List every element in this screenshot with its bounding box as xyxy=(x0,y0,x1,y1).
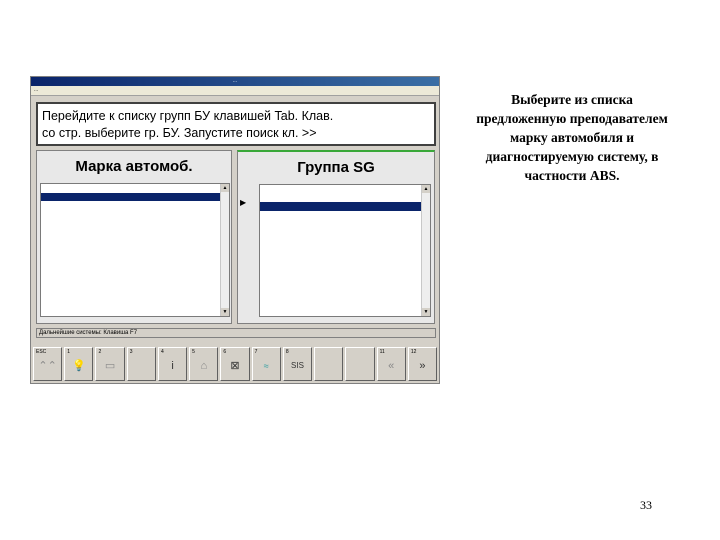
vehicle-brand-list-item[interactable] xyxy=(41,236,229,245)
double-chevron-right-icon: » xyxy=(419,360,426,372)
vehicle-brand-list-item[interactable] xyxy=(41,280,229,289)
control-unit-group-list-item[interactable] xyxy=(260,272,430,281)
window-title-bar[interactable]: ... xyxy=(31,77,439,86)
control-unit-group-panel: Группа SG ▲ ▼ xyxy=(237,150,435,324)
control-unit-group-list-item[interactable] xyxy=(260,194,430,203)
vehicle-brand-list-item[interactable] xyxy=(41,245,229,254)
vehicle-brand-scrollbar[interactable]: ▲ ▼ xyxy=(220,184,229,316)
control-unit-group-list-item[interactable] xyxy=(260,185,430,194)
vehicle-brand-list-item[interactable] xyxy=(41,192,229,202)
vehicle-brand-list-item[interactable] xyxy=(41,271,229,280)
instruction-text: Перейдите к списку групп БУ клавишей Tab… xyxy=(36,102,436,146)
gauge-icon: ⌂ xyxy=(200,360,208,372)
control-unit-group-list-item[interactable] xyxy=(260,298,430,307)
function-key-blank-9[interactable] xyxy=(314,347,344,381)
lightbulb-icon: 💡 xyxy=(72,360,86,372)
up-arrows-icon: ⌃⌃ xyxy=(38,360,57,372)
keyboard-icon: ▭ xyxy=(104,360,116,372)
function-key-4[interactable]: 4i xyxy=(157,347,188,381)
function-key-label: 5 xyxy=(192,349,195,355)
scroll-up-icon[interactable]: ▲ xyxy=(221,184,229,192)
menu-line: ... xyxy=(31,86,439,96)
vehicle-brand-list-item[interactable] xyxy=(41,306,229,315)
scroll-down-icon[interactable]: ▼ xyxy=(422,308,430,316)
control-unit-group-list-item[interactable] xyxy=(260,246,430,255)
function-key-label: 6 xyxy=(223,349,227,355)
vehicle-brand-list-item[interactable] xyxy=(41,297,229,306)
function-key-label: 4 xyxy=(160,349,164,355)
control-unit-group-list-item[interactable] xyxy=(260,237,430,246)
control-unit-group-list-item[interactable] xyxy=(260,228,430,237)
vehicle-brand-list-item[interactable] xyxy=(41,262,229,271)
control-unit-group-list-item[interactable] xyxy=(260,202,430,212)
envelope-icon: ⊠ xyxy=(230,360,240,372)
control-unit-group-header: Группа SG xyxy=(297,158,375,176)
vehicle-brand-list-item[interactable] xyxy=(41,184,229,193)
pointer-arrow-icon: ▶ xyxy=(240,198,247,207)
function-key-6[interactable]: 6 ⊠ xyxy=(220,347,250,381)
control-unit-group-list-item[interactable] xyxy=(260,307,430,316)
slide-caption: Выберите из списка предложенную преподав… xyxy=(476,92,668,183)
control-unit-group-list-item[interactable] xyxy=(260,255,430,264)
vehicle-brand-list-item[interactable] xyxy=(41,201,229,210)
vehicle-brand-header: Марка автомоб. xyxy=(75,157,193,175)
control-unit-group-list[interactable]: ▲ ▼ xyxy=(259,184,431,317)
double-chevron-left-icon: « xyxy=(388,360,395,372)
wave-icon: ≈ xyxy=(263,361,269,371)
vehicle-brand-list[interactable]: ▲ ▼ xyxy=(40,183,230,317)
control-unit-group-list-item[interactable] xyxy=(260,289,430,298)
diagnostic-app-window: ... ... Перейдите к списку групп БУ клав… xyxy=(30,76,440,384)
vehicle-brand-list-item[interactable] xyxy=(41,210,229,219)
function-key-12[interactable]: 12» xyxy=(407,347,438,381)
function-key-label: 1 xyxy=(67,349,71,355)
function-key-2[interactable]: 2 ▭ xyxy=(95,347,125,381)
scroll-down-icon[interactable]: ▼ xyxy=(221,308,229,316)
control-unit-group-list-item[interactable] xyxy=(260,315,430,316)
function-key-label: 12 xyxy=(410,349,417,355)
vehicle-brand-list-item[interactable] xyxy=(41,227,229,236)
function-key-esc[interactable]: ESC ⌃⌃ xyxy=(33,347,63,381)
function-key-blank-10[interactable] xyxy=(345,347,375,381)
vehicle-brand-list-item[interactable] xyxy=(41,254,229,263)
control-unit-group-list-item[interactable] xyxy=(260,281,430,290)
function-key-8[interactable]: 8 SIS xyxy=(282,347,313,381)
control-unit-group-scrollbar[interactable]: ▲ ▼ xyxy=(421,185,430,316)
function-key-label: ESC xyxy=(36,349,47,355)
vehicle-brand-list-item[interactable] xyxy=(41,219,229,228)
function-key-5[interactable]: 5 ⌂ xyxy=(189,347,219,381)
function-key-7[interactable]: 7 ≈ xyxy=(251,347,281,381)
function-key-label: 3 xyxy=(129,349,133,355)
vehicle-brand-panel: Марка автомоб. ▲ ▼ xyxy=(36,150,232,324)
function-key-3[interactable]: 3 xyxy=(126,347,156,381)
status-line: Дальнейшие системы: Клавиша F7 xyxy=(36,328,436,338)
control-unit-group-list-item[interactable] xyxy=(260,263,430,272)
function-key-bar: ESC ⌃⌃ 1 💡 2 ▭ 3 4 i 5 ⌂ 6 ⊠ 7 ≈8 SIS 11 «12» xyxy=(33,347,438,381)
sis-text: SIS xyxy=(291,361,304,370)
vehicle-brand-list-item[interactable] xyxy=(41,288,229,297)
info-icon: i xyxy=(171,360,174,372)
function-key-label: 11 xyxy=(379,349,385,355)
page-number: 33 xyxy=(640,498,652,512)
control-unit-group-list-item[interactable] xyxy=(260,211,430,220)
function-key-label: 7 xyxy=(254,349,258,355)
function-key-1[interactable]: 1 💡 xyxy=(64,347,94,381)
function-key-11[interactable]: 11 « xyxy=(376,347,406,381)
function-key-label: 2 xyxy=(98,349,102,355)
control-unit-group-list-item[interactable] xyxy=(260,220,430,229)
function-key-label: 8 xyxy=(285,349,289,355)
scroll-up-icon[interactable]: ▲ xyxy=(422,185,430,193)
